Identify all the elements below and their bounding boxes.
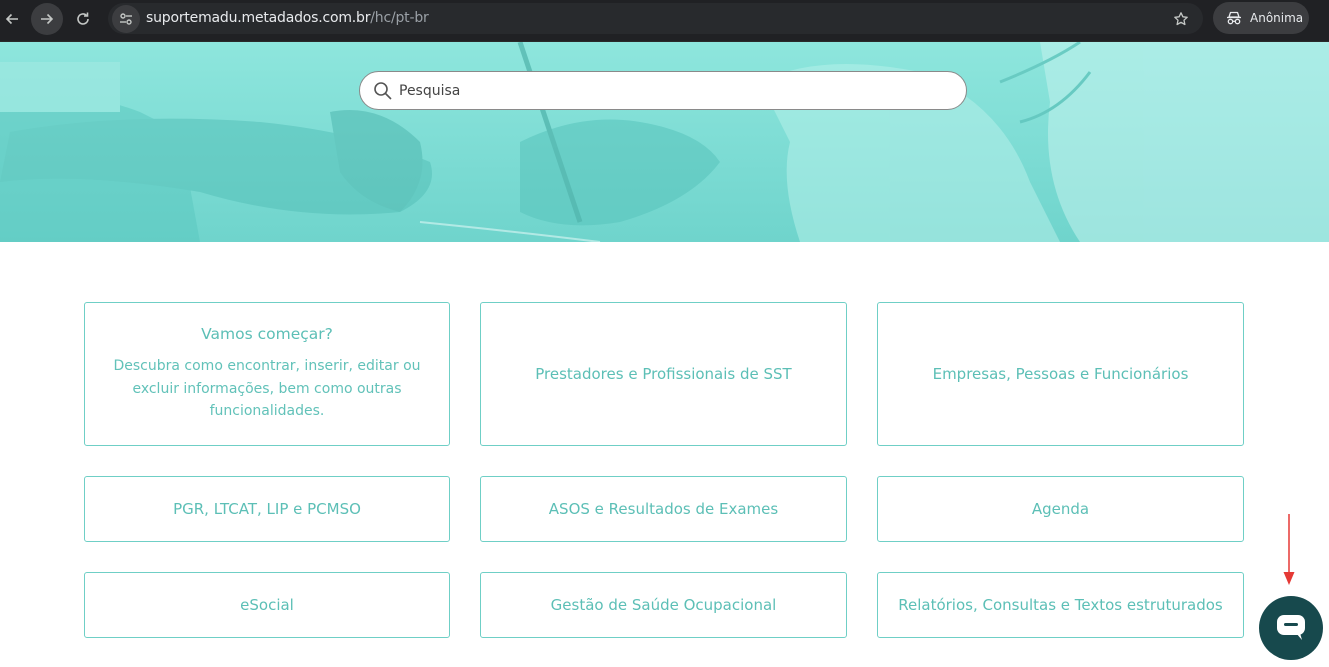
category-card-pgr[interactable]: PGR, LTCAT, LIP e PCMSO (84, 476, 450, 542)
url-text: suportemadu.metadados.com.br/hc/pt-br (146, 3, 429, 34)
category-card-health[interactable]: Gestão de Saúde Ocupacional (480, 572, 847, 638)
browser-toolbar: suportemadu.metadados.com.br/hc/pt-br An… (0, 0, 1329, 42)
hero-banner (0, 42, 1329, 242)
card-title: Relatórios, Consultas e Textos estrutura… (898, 596, 1223, 614)
arrow-left-icon (5, 13, 18, 25)
bookmark-button[interactable] (1169, 7, 1193, 31)
card-title: Vamos começar? (201, 325, 333, 344)
category-card-companies[interactable]: Empresas, Pessoas e Funcionários (877, 302, 1244, 446)
chat-widget-button[interactable] (1259, 596, 1323, 660)
annotation-arrow-icon (1283, 514, 1295, 585)
reload-icon (77, 12, 89, 25)
card-title: Prestadores e Profissionais de SST (535, 365, 792, 383)
tune-icon (120, 13, 132, 25)
incognito-label: Anônima (1250, 11, 1304, 25)
url-host: suportemadu.metadados.com.br (146, 10, 371, 26)
card-title: Empresas, Pessoas e Funcionários (932, 365, 1189, 383)
forward-button[interactable] (31, 3, 63, 35)
back-button[interactable] (0, 3, 28, 35)
card-title: Agenda (1031, 500, 1090, 518)
category-card-agenda[interactable]: Agenda (877, 476, 1244, 542)
search-input[interactable] (399, 82, 939, 99)
url-path: /hc/pt-br (370, 10, 429, 26)
card-title: PGR, LTCAT, LIP e PCMSO (173, 500, 361, 518)
reload-button[interactable] (67, 3, 99, 35)
category-card-reports[interactable]: Relatórios, Consultas e Textos estrutura… (877, 572, 1244, 638)
card-title: eSocial (240, 596, 294, 614)
chat-bubble-icon (1277, 615, 1305, 640)
arrow-right-icon (41, 13, 54, 25)
search-icon (373, 81, 393, 101)
category-card-esocial[interactable]: eSocial (84, 572, 450, 638)
card-title: Gestão de Saúde Ocupacional (550, 596, 777, 614)
site-info-button[interactable] (112, 5, 140, 33)
card-title: ASOS e Resultados de Exames (548, 500, 779, 518)
category-card-getting-started[interactable]: Vamos começar? Descubra como encontrar, … (84, 302, 450, 446)
star-icon (1174, 12, 1188, 26)
category-card-providers[interactable]: Prestadores e Profissionais de SST (480, 302, 847, 446)
incognito-badge[interactable]: Anônima (1213, 2, 1309, 34)
incognito-icon (1227, 11, 1241, 25)
address-bar[interactable]: suportemadu.metadados.com.br/hc/pt-br (108, 3, 1203, 34)
category-card-asos[interactable]: ASOS e Resultados de Exames (480, 476, 847, 542)
search-bar[interactable] (359, 71, 967, 110)
card-description: Descubra como encontrar, inserir, editar… (113, 358, 421, 420)
